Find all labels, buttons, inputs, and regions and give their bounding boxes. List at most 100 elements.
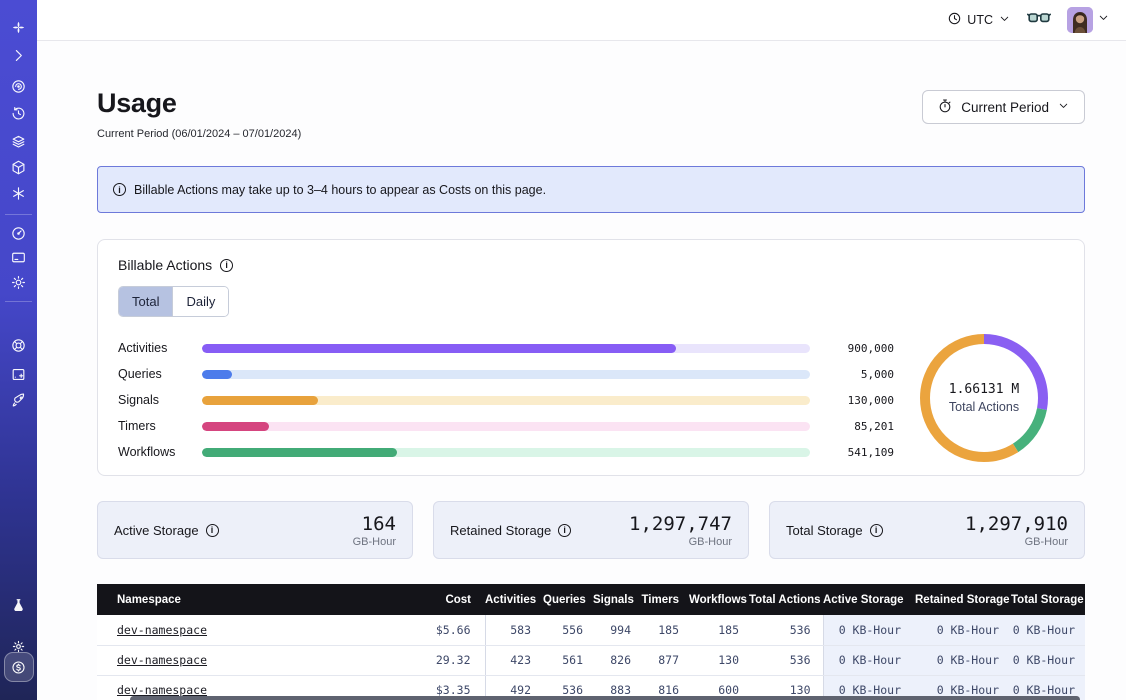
- bar-row-activities: Activities 900,000: [118, 335, 894, 361]
- cell: 583: [485, 615, 543, 645]
- storage-card-unit: GB-Hour: [629, 536, 732, 548]
- bar-label: Timers: [118, 419, 190, 433]
- timezone-selector[interactable]: UTC: [947, 11, 1011, 29]
- billing-card-icon[interactable]: [7, 245, 31, 269]
- namespace-cell: dev-namespace: [97, 645, 413, 675]
- chevron-down-icon: [998, 12, 1011, 28]
- cell: 826: [593, 645, 641, 675]
- storage-card-value: 1,297,910: [965, 513, 1068, 535]
- column-header-cost: Cost: [413, 584, 485, 615]
- bar-label: Signals: [118, 393, 190, 407]
- usage-billing-active-item[interactable]: [4, 652, 34, 682]
- settings-gear-icon[interactable]: [7, 270, 31, 294]
- column-header-total-storage: Total Storage: [1011, 584, 1085, 615]
- current-period-subtitle: Current Period (06/01/2024 – 07/01/2024): [97, 128, 301, 140]
- stopwatch-icon: [937, 98, 953, 117]
- bar-value: 130,000: [822, 394, 894, 407]
- user-menu[interactable]: [1067, 7, 1110, 33]
- horizontal-scrollbar-thumb[interactable]: [130, 696, 1080, 700]
- asterisk-icon[interactable]: [7, 181, 31, 205]
- nerdfonts-glasses-button[interactable]: [1027, 10, 1051, 31]
- bar-track: [202, 370, 810, 379]
- bar-track: [202, 422, 810, 431]
- expand-sidebar-chevron-icon[interactable]: [7, 43, 31, 67]
- cell: 536: [749, 615, 823, 645]
- history-icon[interactable]: [7, 101, 31, 125]
- namespace-link[interactable]: dev-namespace: [117, 623, 207, 637]
- column-header-workflows: Workflows: [689, 584, 749, 615]
- support-lifebuoy-icon[interactable]: [7, 333, 31, 357]
- namespaces-icon[interactable]: [7, 74, 31, 98]
- layers-icon[interactable]: [7, 129, 31, 153]
- bar-track: [202, 396, 810, 405]
- cell: 185: [689, 615, 749, 645]
- cell: 0 KB-Hour: [1011, 645, 1085, 675]
- period-selector-button[interactable]: Current Period: [922, 90, 1085, 124]
- main-content: Usage Current Period (06/01/2024 – 07/01…: [37, 41, 1126, 700]
- info-icon[interactable]: i: [206, 524, 219, 537]
- topbar: UTC: [37, 0, 1126, 41]
- donut-total-label: Total Actions: [949, 400, 1019, 414]
- bar-row-signals: Signals 130,000: [118, 387, 894, 413]
- tab-daily[interactable]: Daily: [172, 287, 228, 316]
- tab-total[interactable]: Total: [119, 287, 172, 316]
- cell: 556: [543, 615, 593, 645]
- avatar: [1067, 7, 1093, 33]
- info-icon[interactable]: i: [870, 524, 883, 537]
- chevron-down-icon: [1057, 99, 1070, 115]
- bar-row-queries: Queries5,000: [118, 361, 894, 387]
- bar-fill: [202, 370, 232, 379]
- sidebar: [0, 0, 37, 700]
- clock-icon: [947, 11, 962, 29]
- sidebar-divider: [5, 214, 32, 215]
- bar-value: 5,000: [822, 368, 894, 381]
- cell: 423: [485, 645, 543, 675]
- total-actions-donut-chart: 1.66131 M Total Actions: [904, 329, 1064, 467]
- info-banner-text: Billable Actions may take up to 3–4 hour…: [134, 183, 546, 197]
- usage-gauge-icon[interactable]: [7, 221, 31, 245]
- retained-storage-card: Retained Storage i 1,297,747 GB-Hour: [433, 501, 749, 559]
- billable-actions-bar-chart: Activities 900,000 Queries5,000 Signals 130,…: [118, 335, 904, 467]
- namespace-link[interactable]: dev-namespace: [117, 653, 207, 667]
- cell: 29.32: [413, 645, 485, 675]
- cell: 0 KB-Hour: [915, 615, 1011, 645]
- column-header-timers: Timers: [641, 584, 689, 615]
- bar-fill: [202, 448, 397, 457]
- storage-summary-row: Active Storage i 164 GB-Hour Retained St…: [97, 501, 1085, 559]
- bar-fill: [202, 396, 318, 405]
- bar-track: [202, 448, 810, 457]
- storage-card-value: 1,297,747: [629, 513, 732, 535]
- namespace-cell: dev-namespace: [97, 615, 413, 645]
- donut-total-value: 1.66131 M: [949, 382, 1019, 397]
- info-icon[interactable]: i: [220, 259, 233, 272]
- bar-fill: [202, 344, 676, 353]
- cell: $5.66: [413, 615, 485, 645]
- cell: 0 KB-Hour: [823, 615, 915, 645]
- glasses-icon: [1027, 10, 1051, 31]
- column-header-queries: Queries: [543, 584, 593, 615]
- deployments-cube-icon[interactable]: [7, 155, 31, 179]
- billable-actions-title: Billable Actions: [118, 257, 212, 273]
- timezone-label: UTC: [967, 13, 993, 27]
- cell: 994: [593, 615, 641, 645]
- page-title: Usage: [97, 88, 301, 119]
- page-header: Usage Current Period (06/01/2024 – 07/01…: [97, 88, 1085, 140]
- column-header-active-storage: Active Storage: [823, 584, 915, 615]
- labs-flask-icon[interactable]: [7, 593, 31, 617]
- bar-fill: [202, 422, 269, 431]
- namespace-usage-table: NamespaceCostActivitiesQueriesSignalsTim…: [97, 584, 1085, 700]
- active-storage-card: Active Storage i 164 GB-Hour: [97, 501, 413, 559]
- bar-value: 900,000: [822, 342, 894, 355]
- info-icon[interactable]: i: [558, 524, 571, 537]
- cell: 130: [689, 645, 749, 675]
- sidebar-divider: [5, 301, 32, 302]
- cell: 185: [641, 615, 689, 645]
- card-plus-icon[interactable]: [7, 362, 31, 386]
- namespace-link[interactable]: dev-namespace: [117, 683, 207, 697]
- column-header-signals: Signals: [593, 584, 641, 615]
- bar-label: Workflows: [118, 445, 190, 459]
- rocket-icon[interactable]: [7, 388, 31, 412]
- bar-label: Activities: [118, 341, 190, 355]
- temporal-logo-icon[interactable]: [7, 15, 31, 39]
- column-header-namespace: Namespace: [97, 584, 413, 615]
